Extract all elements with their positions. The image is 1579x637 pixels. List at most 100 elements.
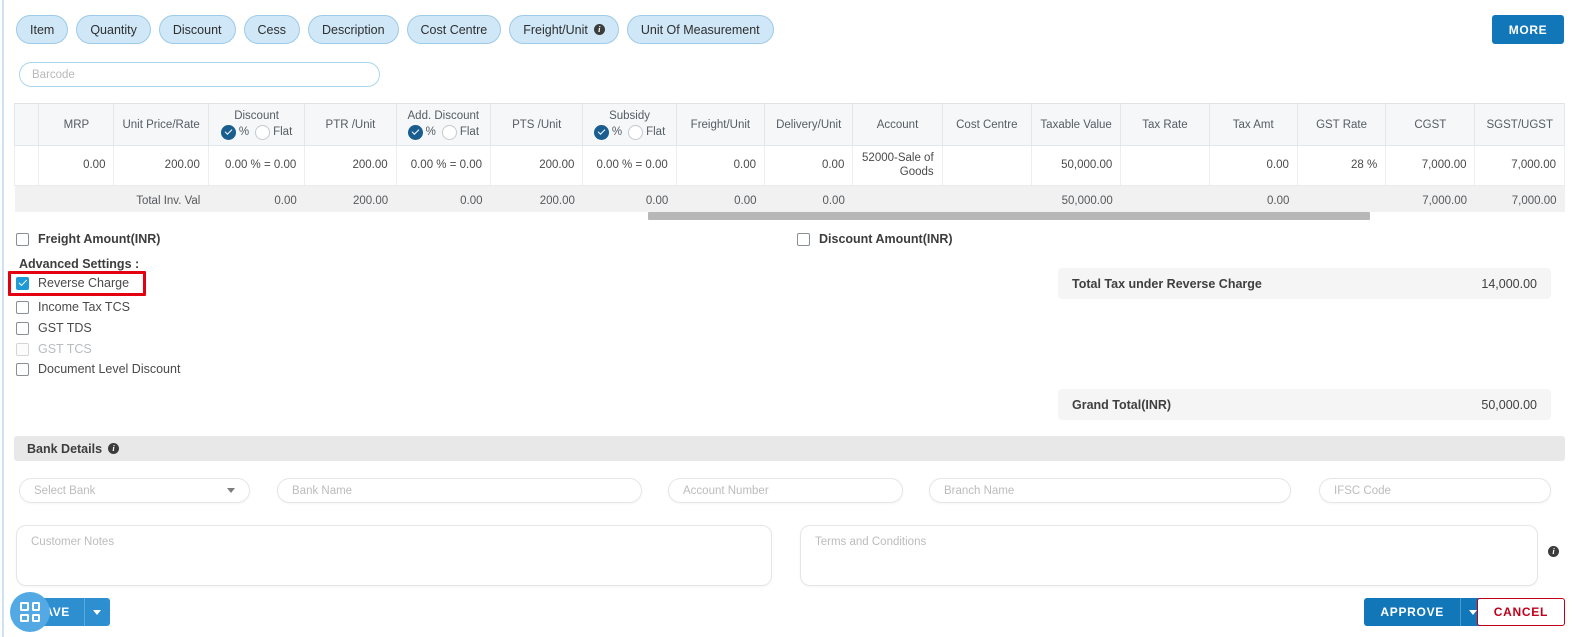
col-header-sgst: SGST/UGST [1474, 103, 1565, 146]
cancel-button[interactable]: CANCEL [1476, 598, 1565, 626]
gst-tcs-checkbox [16, 342, 29, 356]
bank-name-input[interactable] [277, 478, 642, 503]
radio-option-flat[interactable]: Flat [628, 124, 666, 140]
select-bank-value: Select Bank [34, 484, 96, 497]
col-header-label: Tax Amt [1232, 118, 1274, 131]
barcode-input[interactable] [19, 62, 380, 87]
radio-unchecked-icon[interactable] [255, 124, 271, 140]
cell-subsidy[interactable]: 0.00 % = 0.00 [582, 145, 677, 186]
bank-details-title: Bank Details [27, 441, 103, 456]
chip-item[interactable]: Item [16, 15, 69, 44]
cell-sgst[interactable]: 7,000.00 [1474, 145, 1565, 186]
col-header-freight_unit: Freight/Unit [675, 103, 766, 146]
info-icon[interactable]: i [593, 24, 605, 35]
bank-details-section-header: Bank Details i [14, 436, 1565, 461]
cell-freight_unit[interactable]: 0.00 [675, 145, 766, 186]
cell-tax_amt[interactable]: 0.00 [1208, 145, 1298, 186]
grand-total-label: Grand Total(INR) [1072, 397, 1172, 412]
checkbox-income-tax-tcs[interactable]: Income Tax TCS [16, 300, 130, 314]
cell-mrp[interactable]: 0.00 [38, 145, 115, 186]
radio-percent-label: % [238, 126, 250, 138]
radio-checked-icon[interactable] [407, 124, 423, 140]
cell-rownum[interactable] [13, 145, 40, 186]
info-icon[interactable]: i [108, 443, 120, 454]
table-row[interactable]: 0.00 200.00 0.00 % = 0.00 200.00 0.00 % = 0.… [13, 145, 1565, 186]
chip-quantity[interactable]: Quantity [76, 15, 151, 44]
col-header-label: PTR /Unit [325, 118, 376, 131]
cell-ptr_unit[interactable]: 200.00 [304, 145, 397, 186]
chip-cost-centre[interactable]: Cost Centre [406, 15, 502, 44]
table-horizontal-scrollbar-thumb[interactable] [648, 212, 1370, 220]
save-dropdown-button[interactable] [83, 598, 110, 626]
branch-name-input[interactable] [929, 478, 1291, 503]
col-header-label: Discount [234, 109, 279, 122]
col-header-subsidy: Subsidy% Flat [582, 103, 677, 146]
document-level-discount-checkbox[interactable] [16, 362, 29, 376]
checkbox-reverse-charge[interactable]: Reverse Charge [16, 276, 129, 290]
radio-flat-label: Flat [646, 126, 666, 138]
radio-checked-icon[interactable] [593, 124, 609, 140]
col-header-mode-options: % Flat [217, 124, 296, 140]
discount-amount-checkbox[interactable] [797, 232, 810, 246]
cell-unit_price[interactable]: 200.00 [113, 145, 209, 186]
radio-unchecked-icon[interactable] [441, 124, 457, 140]
col-header-tax_amt: Tax Amt [1208, 103, 1298, 146]
advanced-option-label: Income Tax TCS [38, 300, 130, 314]
radio-option-percent[interactable]: % [407, 124, 436, 140]
col-header-label: Delivery/Unit [776, 118, 842, 131]
radio-flat-label: Flat [273, 126, 293, 138]
checkbox-document-level-discount[interactable]: Document Level Discount [16, 362, 180, 376]
ifsc-code-input[interactable] [1319, 478, 1551, 503]
advanced-settings-label: Advanced Settings : [19, 257, 140, 271]
cell-taxable_value[interactable]: 50,000.00 [1030, 145, 1122, 186]
cell-discount[interactable]: 0.00 % = 0.00 [207, 145, 306, 186]
cell-cgst[interactable]: 7,000.00 [1385, 145, 1476, 186]
chip-freight-unit[interactable]: Freight/Unit i [509, 15, 619, 44]
customer-notes-textarea[interactable] [16, 525, 772, 586]
account-number-input[interactable] [668, 478, 903, 503]
cell-cost_centre[interactable] [941, 145, 1032, 186]
freight-amount-checkbox[interactable] [16, 232, 29, 246]
radio-option-percent[interactable]: % [593, 124, 622, 140]
checkbox-discount-amount[interactable]: Discount Amount(INR) [797, 232, 953, 246]
col-header-label: MRP [63, 118, 90, 131]
chip-discount[interactable]: Discount [158, 15, 236, 44]
apps-grid-icon [20, 602, 40, 622]
reverse-charge-checkbox[interactable] [16, 276, 29, 290]
col-header-cost_centre: Cost Centre [941, 103, 1032, 146]
radio-checked-icon[interactable] [220, 124, 236, 140]
cell-account[interactable]: 52000-Sale of Goods [852, 145, 943, 186]
advanced-option-label: GST TCS [38, 342, 92, 356]
col-header-label: Add. Discount [407, 109, 480, 122]
cell-add_discount[interactable]: 0.00 % = 0.00 [395, 145, 492, 186]
total-tax-reverse-charge-bar: Total Tax under Reverse Charge 14,000.00 [1058, 268, 1551, 299]
cell-tax_rate[interactable] [1120, 145, 1210, 186]
radio-option-flat[interactable]: Flat [441, 124, 479, 140]
chip-label: Quantity [90, 22, 137, 37]
select-bank-dropdown[interactable]: Select Bank [19, 478, 250, 503]
chip-unit-of-measurement[interactable]: Unit Of Measurement [626, 15, 774, 44]
cell-pts_unit[interactable]: 200.00 [490, 145, 584, 186]
chip-description[interactable]: Description [308, 15, 399, 44]
col-header-label: Account [876, 118, 919, 131]
checkbox-gst-tds[interactable]: GST TDS [16, 321, 92, 335]
col-header-delivery_unit: Delivery/Unit [764, 103, 854, 146]
radio-option-percent[interactable]: % [220, 124, 250, 140]
radio-unchecked-icon[interactable] [628, 124, 644, 140]
income-tax-tcs-checkbox[interactable] [16, 300, 29, 314]
checkbox-gst-tcs: GST TCS [16, 342, 92, 356]
chip-cess[interactable]: Cess [243, 15, 300, 44]
gst-tds-checkbox[interactable] [16, 321, 29, 335]
invoice-entry-page: Item Quantity Discount Cess Description Cost … [0, 0, 1579, 637]
radio-percent-label: % [425, 126, 436, 138]
cell-gst_rate[interactable]: 28 % [1296, 145, 1387, 186]
terms-and-conditions-textarea[interactable] [800, 525, 1538, 586]
approve-button[interactable]: APPROVE [1364, 598, 1460, 626]
col-header-pts_unit: PTS /Unit [490, 103, 584, 146]
checkbox-freight-amount[interactable]: Freight Amount(INR) [16, 232, 160, 246]
apps-launcher-button[interactable] [10, 592, 50, 632]
more-button[interactable]: MORE [1492, 15, 1564, 44]
cell-delivery_unit[interactable]: 0.00 [764, 145, 854, 186]
radio-option-flat[interactable]: Flat [255, 124, 293, 140]
terms-info-icon[interactable]: i [1548, 546, 1559, 557]
